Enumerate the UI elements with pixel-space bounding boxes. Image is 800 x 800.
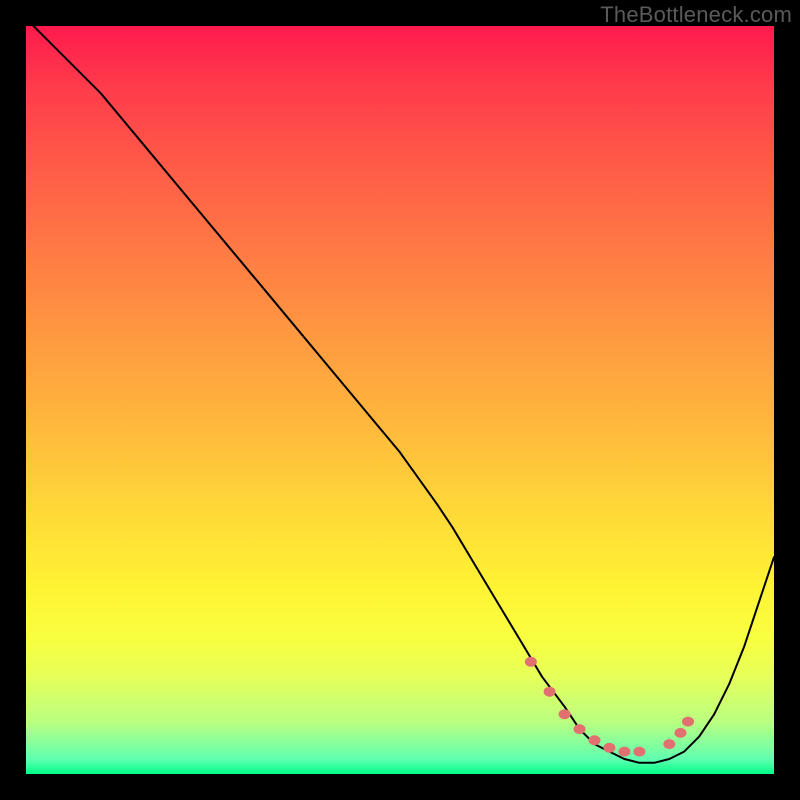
bottleneck-curve bbox=[34, 26, 775, 763]
curve-svg bbox=[26, 26, 774, 774]
plot-area bbox=[26, 26, 774, 774]
watermark-text: TheBottleneck.com bbox=[600, 2, 792, 28]
highlight-dots bbox=[525, 657, 694, 757]
chart-container: TheBottleneck.com bbox=[0, 0, 800, 800]
